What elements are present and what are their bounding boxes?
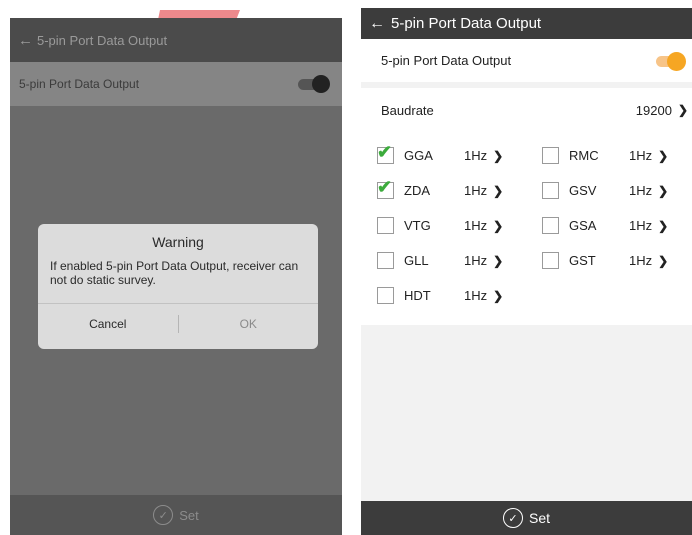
message-grid: ✔ GGA 1Hz ❯ RMC 1Hz ❯ ✔ ZDA 1Hz ❯ GSV 1Hz ❯ VTG 1Hz ❯ GSA…	[361, 132, 692, 325]
message-row: GLL 1Hz ❯ GST 1Hz ❯	[361, 243, 692, 278]
settings-section: Baudrate 19200 ❯ ✔ GGA 1Hz ❯ RMC 1Hz ❯ ✔ ZDA 1Hz ❯…	[361, 88, 692, 325]
frequency-value: 1Hz	[464, 183, 488, 198]
chevron-right-icon: ❯	[493, 288, 504, 303]
frequency-value: 1Hz	[629, 183, 653, 198]
dialog-message: If enabled 5-pin Port Data Output, recei…	[50, 259, 299, 287]
set-button[interactable]: ✓ Set	[10, 495, 342, 535]
message-item-hdt: HDT 1Hz ❯	[361, 287, 526, 304]
output-toggle-switch[interactable]	[656, 51, 686, 71]
frequency-value: 1Hz	[629, 148, 653, 163]
output-toggle-label: 5-pin Port Data Output	[19, 77, 140, 91]
back-arrow-icon[interactable]: ←	[369, 15, 385, 33]
set-button[interactable]: ✓ Set	[361, 501, 692, 535]
check-circle-icon: ✓	[153, 505, 174, 525]
set-label: Set	[528, 510, 550, 526]
checkbox-gga[interactable]: ✔	[377, 142, 394, 164]
frequency-value: 1Hz	[629, 253, 653, 268]
chevron-right-icon: ❯	[493, 183, 504, 198]
page-title: 5-pin Port Data Output	[391, 15, 542, 32]
baudrate-value: 19200	[635, 102, 672, 118]
checkbox-gsa[interactable]	[542, 217, 559, 234]
ok-button[interactable]: OK	[179, 317, 319, 331]
baudrate-row[interactable]: Baudrate 19200 ❯	[361, 88, 692, 132]
message-item-gsa: GSA 1Hz ❯	[526, 217, 691, 234]
chevron-right-icon: ❯	[493, 148, 504, 163]
message-name: GST	[569, 253, 596, 268]
check-circle-icon: ✓	[502, 508, 523, 528]
message-row: ✔ GGA 1Hz ❯ RMC 1Hz ❯	[361, 138, 692, 173]
frequency-selector[interactable]: 1Hz ❯	[464, 253, 503, 268]
message-item-vtg: VTG 1Hz ❯	[361, 217, 526, 234]
frequency-selector[interactable]: 1Hz ❯	[629, 148, 668, 163]
frequency-selector[interactable]: 1Hz ❯	[464, 183, 503, 198]
message-row: HDT 1Hz ❯	[361, 278, 692, 313]
message-name: VTG	[404, 218, 431, 233]
app-bar: ← 5-pin Port Data Output	[361, 8, 692, 39]
output-toggle-row[interactable]: 5-pin Port Data Output	[361, 39, 692, 82]
checkbox-gst[interactable]	[542, 252, 559, 269]
checkmark-icon: ✔	[377, 142, 393, 162]
chevron-right-icon: ❯	[658, 148, 669, 163]
cancel-button[interactable]: Cancel	[38, 317, 178, 331]
output-toggle-switch[interactable]	[298, 75, 330, 93]
dialog-title: Warning	[152, 234, 204, 250]
frequency-selector[interactable]: 1Hz ❯	[464, 218, 503, 233]
chevron-right-icon: ❯	[658, 183, 669, 198]
message-item-gsv: GSV 1Hz ❯	[526, 182, 691, 199]
checkbox-gsv[interactable]	[542, 182, 559, 199]
message-name: GLL	[404, 253, 429, 268]
frequency-value: 1Hz	[464, 288, 488, 303]
message-item-zda: ✔ ZDA 1Hz ❯	[361, 177, 526, 199]
output-toggle-label: 5-pin Port Data Output	[381, 53, 512, 68]
checkbox-gll[interactable]	[377, 252, 394, 269]
frequency-value: 1Hz	[464, 148, 488, 163]
checkmark-icon: ✔	[377, 177, 393, 197]
checkbox-hdt[interactable]	[377, 287, 394, 304]
warning-dialog: Warning If enabled 5-pin Port Data Outpu…	[38, 224, 318, 349]
right-screen: ← 5-pin Port Data Output 5-pin Port Data…	[361, 8, 692, 535]
message-name: HDT	[404, 288, 431, 303]
frequency-selector[interactable]: 1Hz ❯	[629, 183, 668, 198]
left-screen: ← 5-pin Port Data Output 5-pin Port Data…	[10, 18, 342, 535]
frequency-selector[interactable]: 1Hz ❯	[464, 148, 503, 163]
baudrate-label: Baudrate	[381, 102, 434, 118]
message-item-gll: GLL 1Hz ❯	[361, 252, 526, 269]
message-name: GGA	[404, 148, 433, 163]
message-name: GSV	[569, 183, 597, 198]
toggle-section: 5-pin Port Data Output	[361, 39, 692, 82]
checkbox-rmc[interactable]	[542, 147, 559, 164]
message-name: GSA	[569, 218, 597, 233]
message-row: VTG 1Hz ❯ GSA 1Hz ❯	[361, 208, 692, 243]
frequency-selector[interactable]: 1Hz ❯	[629, 218, 668, 233]
chevron-right-icon: ❯	[493, 218, 504, 233]
chevron-right-icon: ❯	[658, 253, 669, 268]
app-bar: ← 5-pin Port Data Output	[10, 18, 342, 62]
checkbox-vtg[interactable]	[377, 217, 394, 234]
chevron-right-icon: ❯	[677, 103, 688, 117]
message-item-gst: GST 1Hz ❯	[526, 252, 691, 269]
chevron-right-icon: ❯	[493, 253, 504, 268]
chevron-right-icon: ❯	[658, 218, 669, 233]
frequency-value: 1Hz	[629, 218, 653, 233]
message-item-gga: ✔ GGA 1Hz ❯	[361, 142, 526, 164]
back-arrow-icon[interactable]: ←	[18, 32, 33, 49]
frequency-selector[interactable]: 1Hz ❯	[629, 253, 668, 268]
message-item-rmc: RMC 1Hz ❯	[526, 147, 691, 164]
message-row: ✔ ZDA 1Hz ❯ GSV 1Hz ❯	[361, 173, 692, 208]
set-label: Set	[179, 507, 199, 523]
dialog-buttons: Cancel OK	[38, 304, 318, 344]
frequency-value: 1Hz	[464, 253, 488, 268]
frequency-value: 1Hz	[464, 218, 488, 233]
frequency-selector[interactable]: 1Hz ❯	[464, 288, 503, 303]
checkbox-zda[interactable]: ✔	[377, 177, 394, 199]
message-name: ZDA	[404, 183, 430, 198]
output-toggle-row[interactable]: 5-pin Port Data Output	[10, 62, 342, 106]
message-name: RMC	[569, 148, 599, 163]
page-title: 5-pin Port Data Output	[37, 32, 168, 48]
